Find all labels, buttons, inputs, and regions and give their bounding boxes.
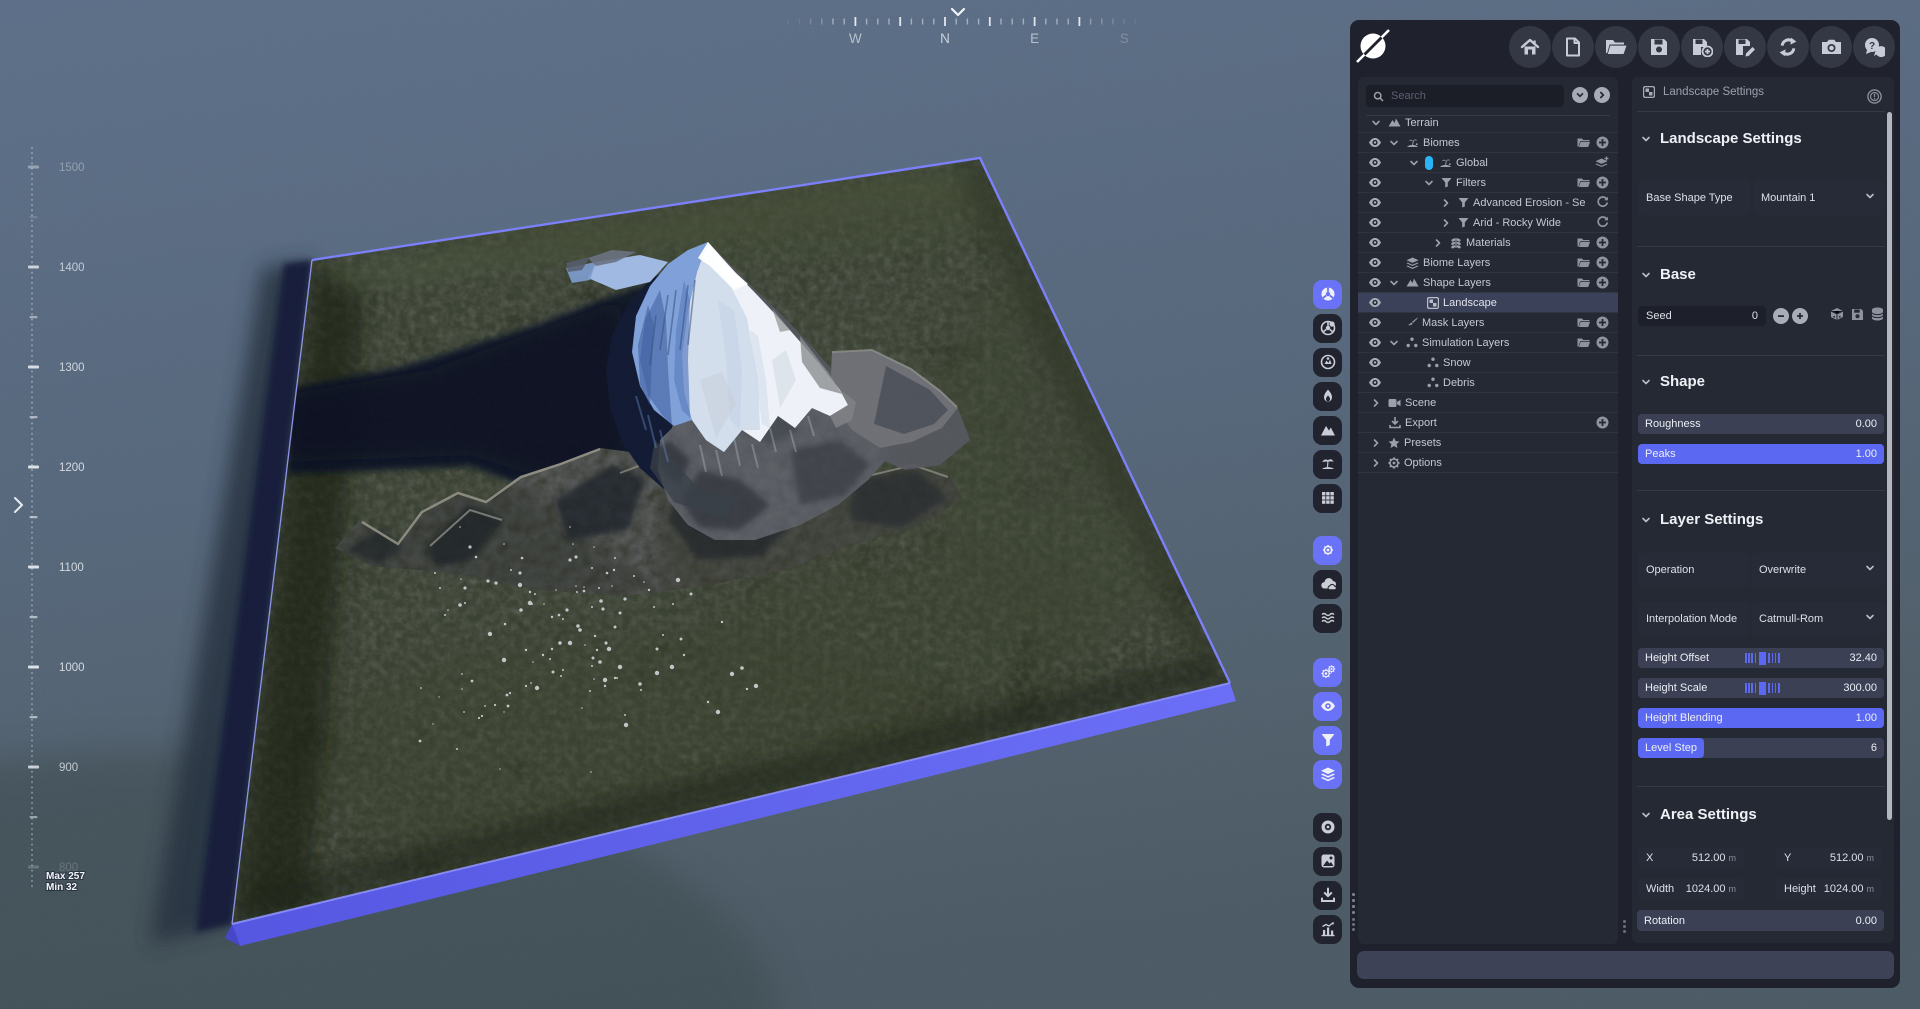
svg-text:900: 900 [59,762,78,774]
svg-text:1400: 1400 [59,262,85,274]
svg-text:W: W [849,31,862,46]
svg-text:?: ? [1869,41,1875,52]
svg-text:1100: 1100 [59,562,84,574]
svg-text:Min 32: Min 32 [46,882,78,893]
svg-text:1200: 1200 [59,462,85,474]
svg-text:N: N [940,31,950,46]
svg-text:S: S [1120,31,1129,46]
svg-text:1000: 1000 [59,662,85,674]
svg-text:Max 257: Max 257 [46,871,85,882]
svg-text:1500: 1500 [59,162,85,174]
svg-text:1300: 1300 [59,362,85,374]
svg-text:E: E [1030,31,1039,46]
